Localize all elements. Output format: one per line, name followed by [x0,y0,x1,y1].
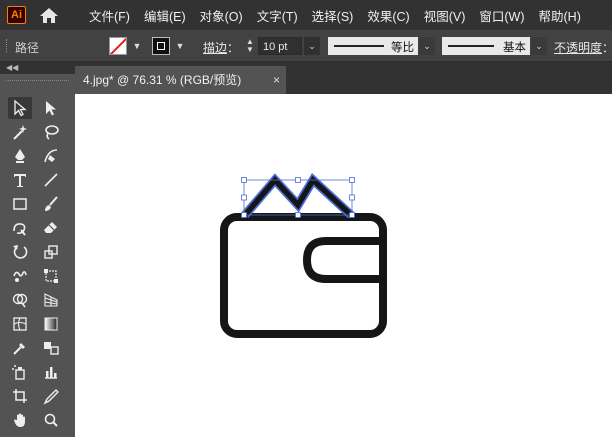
menu-view[interactable]: 视图(V) [424,6,466,25]
stroke-color-swatch[interactable] [152,37,170,55]
direct-selection-tool-icon[interactable] [39,97,63,119]
bbox-handle [295,177,301,183]
tools-panel [0,74,75,437]
menu-edit[interactable]: 编辑(E) [144,6,186,25]
brush-definition-value: 基本 [503,42,526,54]
blend-tool-icon[interactable] [39,337,63,359]
mesh-tool-icon[interactable] [8,313,32,335]
magic-wand-tool-icon[interactable] [8,121,32,143]
type-tool-icon[interactable] [8,169,32,191]
variable-width-profile-select[interactable]: 等比 [328,37,418,55]
menu-bar: Ai 文件(F) 编辑(E) 对象(O) 文字(T) 选择(S) 效果(C) 视… [0,0,612,30]
column-graph-tool-icon[interactable] [39,361,63,383]
document-tab-title: 4.jpg* @ 76.31 % (RGB/预览) [83,73,242,87]
curvature-tool-icon[interactable] [39,145,63,167]
hand-tool-icon[interactable] [8,409,32,431]
chevron-down-icon: ⌄ [535,40,543,51]
control-bar-grip[interactable] [6,39,9,53]
lasso-tool-icon[interactable] [39,121,63,143]
selection-tool-icon[interactable] [8,97,32,119]
variable-width-profile-dropdown[interactable]: ⌄ [419,37,435,55]
stroke-label-colon: ： [227,41,240,55]
bbox-handle [241,177,247,183]
perspective-grid-tool-icon[interactable] [39,289,63,311]
menu-help[interactable]: 帮助(H) [539,6,581,25]
bbox-handle [241,194,247,201]
variable-width-profile-value: 等比 [391,42,414,54]
chevron-down-icon: ⌄ [423,40,431,51]
bbox-handle [349,177,355,183]
paintbrush-tool-icon[interactable] [39,193,63,215]
tools-panel-header: ◀◀ [0,62,75,74]
stroke-weight-dropdown[interactable]: ⌄ [304,37,320,55]
chevron-down-icon: ⌄ [308,40,316,51]
collapse-panel-icon[interactable]: ◀◀ [6,62,18,74]
opacity-label-colon: ： [602,41,612,55]
rotate-tool-icon[interactable] [8,241,32,263]
pen-tool-icon[interactable] [8,145,32,167]
opacity-label-text: 不透明度 [554,41,603,55]
gradient-tool-icon[interactable] [39,313,63,335]
close-icon[interactable]: × [273,66,280,94]
main-menu: 文件(F) 编辑(E) 对象(O) 文字(T) 选择(S) 效果(C) 视图(V… [89,0,595,30]
menu-file[interactable]: 文件(F) [89,6,130,25]
eyedropper-tool-icon[interactable] [8,337,32,359]
menu-window[interactable]: 窗口(W) [479,6,524,25]
menu-type[interactable]: 文字(T) [257,6,298,25]
selection-type-label: 路径 [15,41,40,55]
bbox-handle [349,212,355,218]
eraser-tool-icon[interactable] [39,217,63,239]
slice-tool-icon[interactable] [39,385,63,407]
bbox-handle [295,212,301,218]
line-segment-tool-icon[interactable] [39,169,63,191]
artboard-tool-icon[interactable] [8,385,32,407]
menu-effect[interactable]: 效果(C) [367,6,409,25]
shape-builder-tool-icon[interactable] [8,289,32,311]
bbox-handle [241,212,247,218]
wallet-clasp [302,237,383,283]
scale-tool-icon[interactable] [39,241,63,263]
brush-definition-select[interactable]: 基本 [442,37,530,55]
warp-tool-icon[interactable] [8,265,32,287]
selected-paths[interactable] [241,172,355,219]
illustrator-logo: Ai [7,6,26,24]
brush-line-icon [448,45,494,47]
brush-definition-dropdown[interactable]: ⌄ [531,37,547,55]
opacity-panel-link[interactable]: 不透明度： [554,39,612,56]
fill-color-swatch[interactable] [109,37,127,55]
tools-panel-grip[interactable] [6,80,69,87]
stroke-label-text: 描边 [203,41,228,55]
free-transform-tool-icon[interactable] [39,265,63,287]
menu-object[interactable]: 对象(O) [200,6,243,25]
symbol-sprayer-tool-icon[interactable] [8,361,32,383]
menu-select[interactable]: 选择(S) [312,6,354,25]
fill-dropdown-arrow-icon[interactable]: ▼ [130,37,144,55]
document-tab[interactable]: 4.jpg* @ 76.31 % (RGB/预览) × [75,66,286,94]
zoom-tool-icon[interactable] [39,409,63,431]
artwork [220,172,387,338]
document-tab-strip: 4.jpg* @ 76.31 % (RGB/预览) × [75,62,612,94]
stroke-panel-link[interactable]: 描边： [203,39,239,56]
artboard-canvas[interactable] [75,94,612,437]
shaper-tool-icon[interactable] [8,217,32,239]
stroke-weight-input[interactable]: 10 pt [258,37,302,55]
bbox-handle [349,194,355,201]
stroke-dropdown-arrow-icon[interactable]: ▼ [173,37,187,55]
rectangle-tool-icon[interactable] [8,193,32,215]
stroke-weight-stepper[interactable]: ▲ ▼ [245,38,255,56]
control-bar: 路径 ▼ ▼ 描边： ▲▼ 10 pt ⌄ 等比 ⌄ 基本 ⌄ 不透明度： [0,30,612,62]
profile-line-icon [334,45,384,47]
home-icon[interactable] [39,7,59,24]
wallet-icon-artwork[interactable] [220,213,387,338]
